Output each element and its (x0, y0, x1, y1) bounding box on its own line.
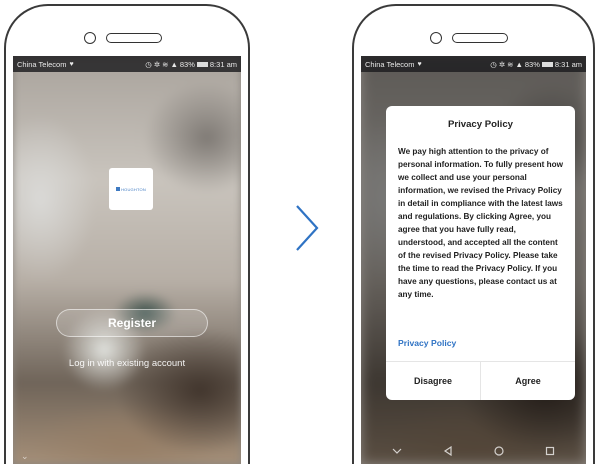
battery-percent: 83% (524, 59, 540, 69)
dialog-title: Privacy Policy (447, 119, 514, 130)
status-icons: ◷ ✲ ≋ ▲ 83% 8:31 am (145, 60, 237, 69)
carrier-name: China Telecom (17, 59, 67, 69)
nav-collapse-icon[interactable]: ⌄ (21, 451, 29, 462)
privacy-screen: China Telecom ♥ ◷ ✲ ≋ ▲ 83% 8:31 am Priv… (361, 56, 586, 464)
wifi-icon: ≋ (507, 59, 514, 69)
logo-icon (116, 187, 121, 191)
right-phone-frame: China Telecom ♥ ◷ ✲ ≋ ▲ 83% 8:31 am Priv… (352, 4, 595, 464)
dialog-actions: Disagree Agree (386, 361, 575, 400)
disagree-button[interactable]: Disagree (386, 362, 480, 400)
battery-icon (196, 61, 208, 67)
earpiece-speaker (452, 33, 508, 43)
logo-text: HOUGHTON (121, 186, 146, 192)
wifi-icon: ≋ (162, 59, 169, 69)
front-camera (430, 32, 442, 44)
background-photo (13, 56, 241, 464)
logo-mark: HOUGHTON (116, 187, 146, 192)
privacy-policy-dialog: Privacy Policy We pay high attention to … (386, 106, 575, 400)
android-nav-bar (361, 438, 586, 464)
chevron-right-icon (296, 205, 319, 251)
left-phone-frame: China Telecom ♥ ◷ ✲ ≋ ▲ 83% 8:31 am HOUG… (4, 4, 250, 464)
dialog-body: We pay high attention to the privacy of … (398, 147, 563, 299)
app-logo: HOUGHTON (109, 168, 153, 210)
carrier-group: China Telecom ♥ (17, 60, 74, 69)
signal-icon: ▲ (170, 59, 178, 69)
clock: 8:31 am (209, 59, 237, 69)
status-bar: China Telecom ♥ ◷ ✲ ≋ ▲ 83% 8:31 am (361, 56, 586, 72)
earpiece-speaker (106, 33, 162, 43)
front-camera (84, 32, 96, 44)
login-existing-account-link[interactable]: Log in with existing account (13, 358, 241, 369)
alarm-icon: ◷ (145, 59, 152, 69)
carrier-name: China Telecom (365, 59, 415, 69)
heart-icon: ♥ (69, 60, 74, 68)
carrier-group: China Telecom ♥ (365, 60, 422, 69)
login-screen: China Telecom ♥ ◷ ✲ ≋ ▲ 83% 8:31 am HOUG… (13, 56, 241, 464)
clock: 8:31 am (554, 59, 582, 69)
status-bar: China Telecom ♥ ◷ ✲ ≋ ▲ 83% 8:31 am (13, 56, 241, 72)
alarm-icon: ◷ (490, 59, 497, 69)
status-icons: ◷ ✲ ≋ ▲ 83% 8:31 am (490, 60, 582, 69)
chevron-down-icon[interactable] (392, 447, 402, 455)
signal-icon: ▲ (515, 59, 523, 69)
vibrate-icon: ✲ (498, 59, 506, 69)
battery-percent: 83% (179, 59, 195, 69)
privacy-policy-link[interactable]: Privacy Policy (398, 338, 456, 348)
register-button[interactable]: Register (56, 309, 208, 337)
agree-button[interactable]: Agree (480, 362, 575, 400)
battery-icon (541, 61, 553, 67)
heart-icon: ♥ (417, 60, 422, 68)
vibrate-icon: ✲ (153, 59, 161, 69)
